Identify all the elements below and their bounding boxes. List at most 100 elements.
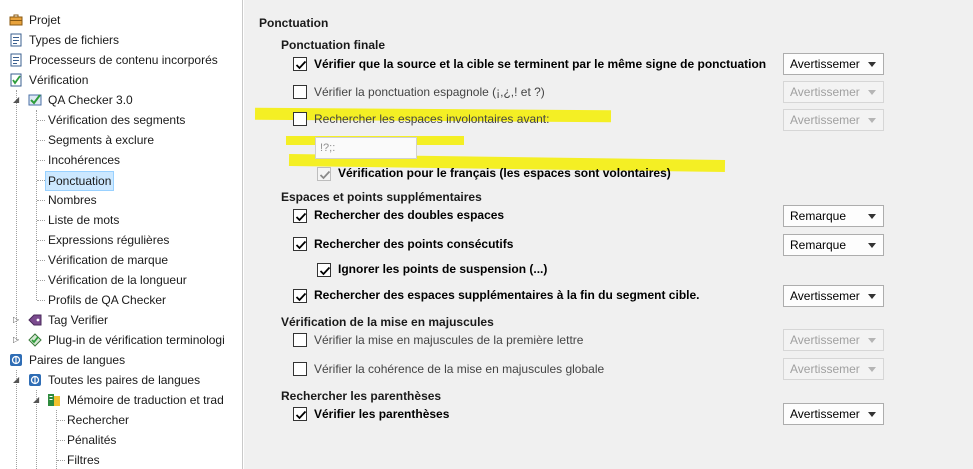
tree-item-incoherences[interactable]: Incohérences <box>0 150 242 170</box>
tree-item-penalites[interactable]: Pénalités <box>0 430 242 450</box>
chevron-down-icon <box>868 214 876 219</box>
tree-item-profils-qa[interactable]: Profils de QA Checker <box>0 290 242 310</box>
tag-icon <box>28 313 42 327</box>
tree-item-label: Paires de langues <box>29 353 126 367</box>
tree-item-filtres[interactable]: Filtres <box>0 450 242 469</box>
checkbox-points-consecutifs[interactable] <box>293 237 307 251</box>
tree-item-types-de-fichiers[interactable]: Types de fichiers <box>0 30 242 50</box>
tree-item-rechercher[interactable]: Rechercher <box>0 410 242 430</box>
tree-item-label: Liste de mots <box>48 213 120 227</box>
tree-item-label: Tag Verifier <box>48 313 109 327</box>
expand-arrow-icon[interactable]: ▷ <box>13 336 21 344</box>
section-heading-ponctuation-finale: Ponctuation finale <box>281 38 386 52</box>
tree-item-verification[interactable]: Vérification <box>0 70 242 90</box>
tree-item-liste-de-mots[interactable]: Liste de mots <box>0 210 242 230</box>
severity-select-points-consecutifs[interactable]: Remarque <box>783 234 884 256</box>
tree-item-qa-checker[interactable]: ◢ QA Checker 3.0 <box>0 90 242 110</box>
severity-select-meme-ponctuation[interactable]: Avertissemer <box>783 53 884 75</box>
checkbox-meme-ponctuation[interactable] <box>293 57 307 71</box>
collapse-arrow-icon[interactable]: ◢ <box>13 96 21 104</box>
severity-value: Remarque <box>790 238 847 252</box>
tree-item-paires-de-langues[interactable]: Paires de langues <box>0 350 242 370</box>
chevron-down-icon <box>868 118 876 123</box>
tree-item-label: Vérification <box>29 73 89 87</box>
checkbox-verification-francais[interactable] <box>317 167 331 181</box>
language-pairs-icon <box>9 353 23 367</box>
tree-item-verification-marque[interactable]: Vérification de marque <box>0 250 242 270</box>
characters-input[interactable]: !?;: <box>315 137 417 159</box>
tree-item-processeurs[interactable]: Processeurs de contenu incorporés <box>0 50 242 70</box>
term-check-icon <box>28 333 42 347</box>
checkbox-doubles-espaces[interactable] <box>293 209 307 223</box>
chevron-down-icon <box>868 338 876 343</box>
label-coherence-majuscules: Vérifier la cohérence de la mise en maju… <box>314 362 605 376</box>
tree-item-label: Mémoire de traduction et trad <box>67 393 224 407</box>
tree-item-label: Projet <box>29 13 61 27</box>
tm-icon <box>47 393 61 407</box>
chevron-down-icon <box>868 412 876 417</box>
tree-item-label: Types de fichiers <box>29 33 120 47</box>
label-meme-ponctuation: Vérifier que la source et la cible se te… <box>314 57 767 71</box>
label-espaces-involontaires: Rechercher les espaces involontaires ava… <box>314 112 550 126</box>
tree-item-verification-longueur[interactable]: Vérification de la longueur <box>0 270 242 290</box>
severity-select-doubles-espaces[interactable]: Remarque <box>783 205 884 227</box>
severity-value: Avertissemer <box>790 57 860 71</box>
expand-arrow-icon[interactable]: ▷ <box>13 316 21 324</box>
tree-item-label: Profils de QA Checker <box>48 293 167 307</box>
checkbox-espaces-involontaires[interactable] <box>293 112 307 126</box>
collapse-arrow-icon[interactable]: ◢ <box>13 376 21 384</box>
severity-select-ponctuation-espagnole[interactable]: Avertissemer <box>783 81 884 103</box>
qa-checker-icon <box>28 93 42 107</box>
tree-item-expressions-regulieres[interactable]: Expressions régulières <box>0 230 242 250</box>
tree-item-ponctuation[interactable]: Ponctuation <box>0 170 242 191</box>
file-types-icon <box>9 33 23 47</box>
checkbox-premiere-lettre[interactable] <box>293 333 307 347</box>
briefcase-icon <box>9 13 23 27</box>
tree-item-label: Vérification de la longueur <box>48 273 187 287</box>
section-heading-espaces: Espaces et points supplémentaires <box>281 190 482 204</box>
tree-item-segments-exclure[interactable]: Segments à exclure <box>0 130 242 150</box>
tree-item-label: Vérification de marque <box>48 253 169 267</box>
severity-value: Avertissemer <box>790 333 860 347</box>
tree-item-verification-segments[interactable]: Vérification des segments <box>0 110 242 130</box>
tree-item-toutes-paires[interactable]: ◢ Toutes les paires de langues <box>0 370 242 390</box>
label-points-consecutifs: Rechercher des points consécutifs <box>314 237 514 251</box>
checkbox-ponctuation-espagnole[interactable] <box>293 85 307 99</box>
severity-select-premiere-lettre[interactable]: Avertissemer <box>783 329 884 351</box>
tree-item-tag-verifier[interactable]: ▷ Tag Verifier <box>0 310 242 330</box>
chevron-down-icon <box>868 243 876 248</box>
severity-value: Avertissemer <box>790 362 860 376</box>
tree-item-label: Expressions régulières <box>48 233 170 247</box>
tree-item-label: QA Checker 3.0 <box>48 93 133 107</box>
severity-select-parentheses[interactable]: Avertissemer <box>783 403 884 425</box>
checkbox-coherence-majuscules[interactable] <box>293 362 307 376</box>
section-heading-parentheses: Rechercher les parenthèses <box>281 389 442 403</box>
page-title: Ponctuation <box>259 16 329 30</box>
collapse-arrow-icon[interactable]: ◢ <box>33 396 41 404</box>
label-points-suspension: Ignorer les points de suspension (...) <box>338 262 548 276</box>
tree-item-projet[interactable]: Projet <box>0 10 242 30</box>
checkbox-points-suspension[interactable] <box>317 263 331 277</box>
tree-item-nombres[interactable]: Nombres <box>0 190 242 210</box>
chevron-down-icon <box>868 62 876 67</box>
file-types-icon <box>9 53 23 67</box>
severity-value: Avertissemer <box>790 289 860 303</box>
severity-select-espaces-involontaires[interactable]: Avertissemer <box>783 109 884 131</box>
label-espaces-fin-segment: Rechercher des espaces supplémentaires à… <box>314 288 700 302</box>
tree-item-label: Rechercher <box>67 413 130 427</box>
severity-value: Avertissemer <box>790 85 860 99</box>
tree-item-label: Segments à exclure <box>48 133 155 147</box>
chevron-down-icon <box>868 90 876 95</box>
severity-value: Remarque <box>790 209 847 223</box>
severity-select-espaces-fin-segment[interactable]: Avertissemer <box>783 285 884 307</box>
section-heading-majuscules: Vérification de la mise en majuscules <box>281 315 494 329</box>
severity-value: Avertissemer <box>790 407 860 421</box>
tree-item-label: Pénalités <box>67 433 117 447</box>
checkbox-espaces-fin-segment[interactable] <box>293 289 307 303</box>
label-ponctuation-espagnole: Vérifier la ponctuation espagnole (¡,¿,!… <box>314 85 545 99</box>
tree-item-memoire-traduction[interactable]: ◢ Mémoire de traduction et trad <box>0 390 242 410</box>
tree-item-plugin-terminologie[interactable]: ▷ Plug-in de vérification terminologi <box>0 330 242 350</box>
severity-select-coherence-majuscules[interactable]: Avertissemer <box>783 358 884 380</box>
checkbox-parentheses[interactable] <box>293 407 307 421</box>
tree-item-label: Ponctuation <box>45 171 115 191</box>
